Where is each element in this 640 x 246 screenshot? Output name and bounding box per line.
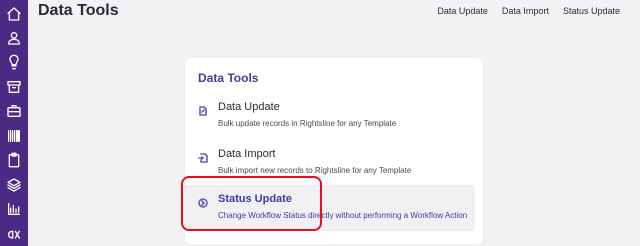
tool-item-description: Bulk update records in Rightsline for an…	[218, 119, 397, 128]
page-title: Data Tools	[38, 2, 119, 19]
bar-chart-icon[interactable]	[2, 198, 26, 220]
home-icon[interactable]	[2, 3, 26, 25]
user-icon[interactable]	[2, 27, 26, 49]
file-import-icon	[198, 150, 208, 163]
sidebar	[0, 0, 28, 246]
layers-icon[interactable]	[2, 174, 26, 196]
tool-item-label: Data Update	[218, 101, 280, 113]
card-title: Data Tools	[198, 71, 259, 85]
top-link-status-update[interactable]: Status Update	[563, 6, 620, 16]
tool-item-description: Bulk import new records to Rightsline fo…	[218, 166, 412, 175]
barcode-icon[interactable]	[2, 125, 26, 147]
clipboard-icon[interactable]	[2, 149, 26, 171]
tool-item-label: Data Import	[218, 148, 276, 160]
top-nav: Data Update Data Import Status Update	[437, 6, 620, 16]
highlight-annotation	[181, 176, 322, 231]
file-edit-icon	[198, 103, 208, 116]
archive-icon[interactable]	[2, 76, 26, 98]
lightbulb-icon[interactable]	[2, 51, 26, 73]
brand-logo-icon[interactable]	[2, 223, 26, 245]
top-link-data-update[interactable]: Data Update	[437, 6, 488, 16]
tool-item-data-update[interactable]: Data Update Bulk update records in Right…	[185, 93, 475, 139]
top-link-data-import[interactable]: Data Import	[502, 6, 549, 16]
briefcase-icon[interactable]	[2, 100, 26, 122]
